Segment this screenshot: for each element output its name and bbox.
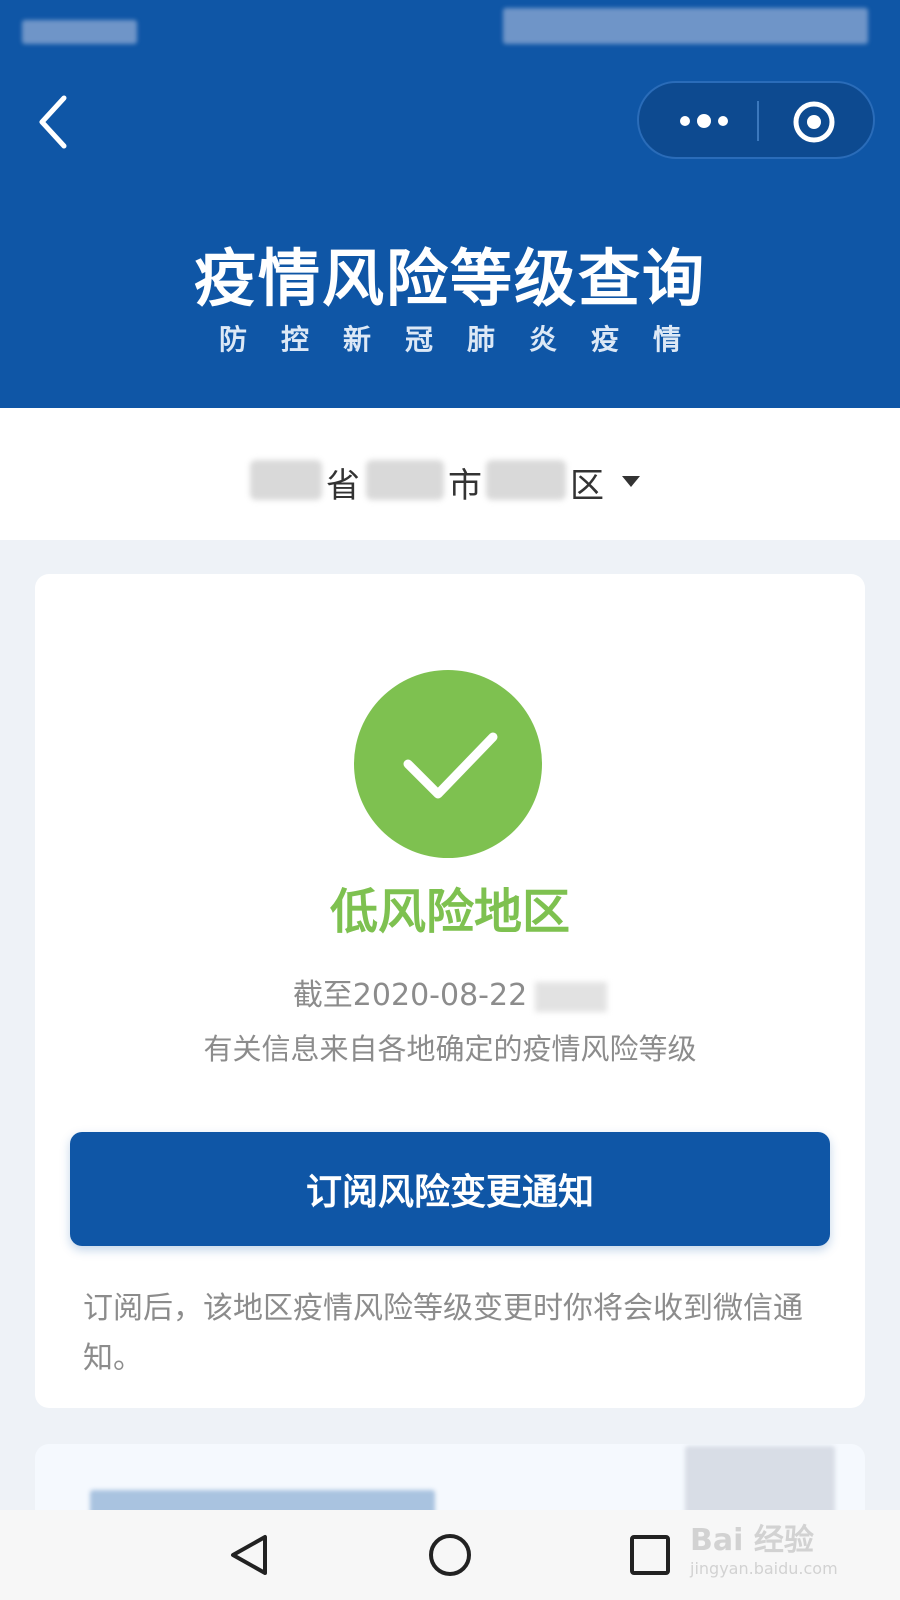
dropdown-caret-icon xyxy=(622,476,640,487)
page-title: 疫情风险等级查询 xyxy=(193,242,706,315)
risk-level-label: 低风险地区 xyxy=(329,884,570,940)
miniprogram-capsule xyxy=(637,81,875,159)
more-icon[interactable] xyxy=(669,103,739,139)
source-info: 有关信息来自各地确定的疫情风险等级 xyxy=(203,1032,697,1066)
city-suffix: 市 xyxy=(448,466,482,506)
page-header: 疫情风险等级查询 防控新冠肺炎疫情 xyxy=(0,0,900,408)
region-selector[interactable]: 省 市 区 xyxy=(250,456,670,506)
check-circle-icon xyxy=(354,670,542,858)
update-date: 截至2020-08-22 xyxy=(35,970,865,1014)
watermark-brand: Bai 经验 xyxy=(690,1523,814,1558)
update-date-text: 截至2020-08-22 xyxy=(292,978,528,1013)
watermark-url: jingyan.baidu.com xyxy=(690,1559,838,1578)
city-redacted xyxy=(366,460,444,500)
page-subtitle: 防控新冠肺炎疫情 xyxy=(218,323,715,356)
province-redacted xyxy=(250,460,322,500)
subscribe-note: 订阅后，该地区疫情风险等级变更时你将会收到微信通知。 xyxy=(83,1291,803,1376)
status-bar xyxy=(0,0,900,60)
district-redacted xyxy=(486,460,566,500)
nav-home-icon[interactable] xyxy=(427,1532,473,1578)
nav-recents-icon[interactable] xyxy=(627,1532,673,1578)
region-bar: 省 市 区 xyxy=(0,408,900,540)
close-miniprogram-icon[interactable] xyxy=(789,97,839,147)
status-bar-carrier xyxy=(22,20,137,44)
nav-back-icon[interactable] xyxy=(227,1532,273,1578)
province-suffix: 省 xyxy=(326,466,360,506)
back-arrow-icon[interactable] xyxy=(34,92,74,152)
district-suffix: 区 xyxy=(570,466,604,506)
time-redacted xyxy=(535,981,608,1012)
watermark-logo: Bai 经验 jingyan.baidu.com xyxy=(690,1515,865,1585)
subscribe-button[interactable]: 订阅风险变更通知 xyxy=(70,1132,830,1246)
status-bar-indicators xyxy=(503,8,868,44)
risk-result-card: 低风险地区 截至2020-08-22 有关信息来自各地确定的疫情风险等级 订阅风… xyxy=(35,574,865,1408)
capsule-divider xyxy=(757,101,759,141)
